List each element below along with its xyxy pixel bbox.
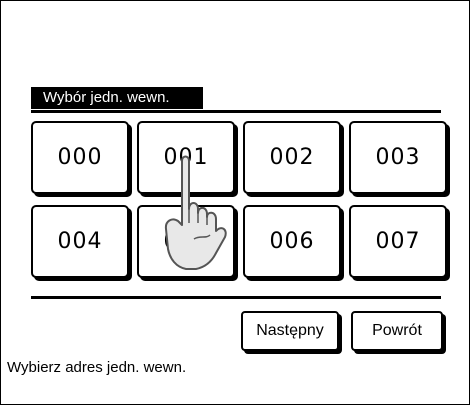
status-text: Wybierz adres jedn. wewn.: [7, 359, 187, 376]
next-button[interactable]: Następny: [241, 311, 339, 351]
unit-button-006[interactable]: 006: [243, 205, 341, 278]
unit-button-007[interactable]: 007: [349, 205, 447, 278]
unit-button-002[interactable]: 002: [243, 121, 341, 194]
back-button[interactable]: Powrót: [351, 311, 443, 351]
top-divider: [31, 110, 441, 113]
screen-frame: Wybór jedn. wewn. 000 001 002 003 004 00…: [0, 0, 470, 405]
unit-button-003[interactable]: 003: [349, 121, 447, 194]
unit-button-000[interactable]: 000: [31, 121, 129, 194]
bottom-divider: [31, 296, 441, 299]
unit-button-004[interactable]: 004: [31, 205, 129, 278]
screen-title: Wybór jedn. wewn.: [31, 87, 203, 109]
pointing-hand-icon: [164, 155, 227, 270]
